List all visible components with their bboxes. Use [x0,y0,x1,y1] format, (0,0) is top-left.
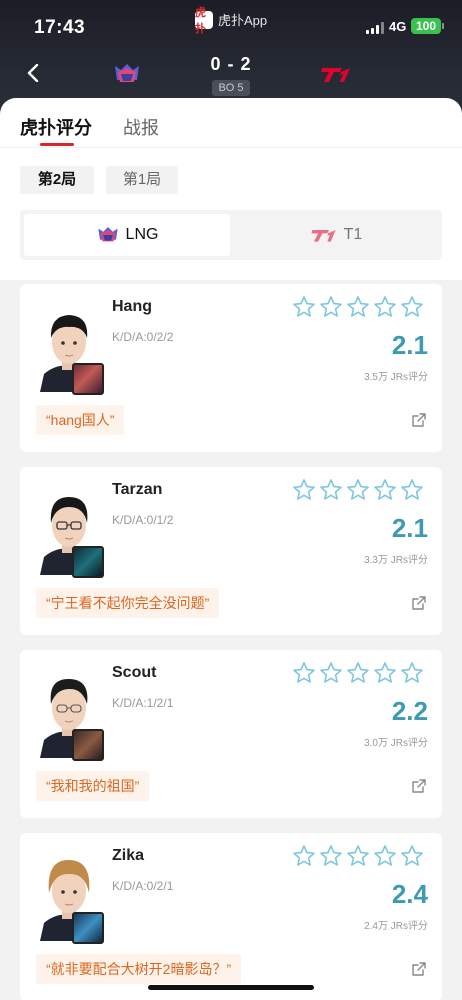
average-rating: 2.2 [391,696,428,726]
rating-count: 2.4万 JRs评分 [364,921,428,932]
star-outline-icon[interactable] [319,478,343,502]
share-icon[interactable] [412,413,426,427]
game-1-button[interactable]: 第1局 [106,166,178,194]
star-outline-icon[interactable] [319,661,343,685]
top-comment[interactable]: “hang国人” [36,405,125,435]
player-kda: K/D/A:0/2/2 [112,330,174,344]
star-outline-icon[interactable] [373,844,397,868]
sylas-icon [72,729,104,761]
signal-icon [366,22,384,34]
match-format-badge: BO 5 [212,80,250,96]
hupu-app-icon: 虎扑 [195,7,213,35]
star-outline-icon[interactable] [346,295,370,319]
share-icon[interactable] [412,779,426,793]
team-option-label: LNG [125,226,159,243]
home-indicator[interactable] [148,985,314,990]
star-outline-icon[interactable] [346,844,370,868]
status-bar: 17:43 虎扑 虎扑App 4G 100 [0,0,462,52]
star-outline-icon[interactable] [292,661,316,685]
viego-icon [72,546,104,578]
tab-bar: 虎扑评分 战报 [0,98,462,148]
star-outline-icon[interactable] [373,661,397,685]
team-option-t1[interactable]: T1 [234,214,438,256]
star-outline-icon[interactable] [400,844,424,868]
rating-count: 3.3万 JRs评分 [364,555,428,566]
game-2-button[interactable]: 第2局 [20,166,94,194]
star-outline-icon[interactable] [400,661,424,685]
star-outline-icon[interactable] [373,295,397,319]
t1-logo-icon [311,230,336,242]
star-rating-input[interactable] [292,844,424,868]
star-outline-icon[interactable] [400,478,424,502]
team-option-label: T1 [343,226,363,243]
player-card-hang[interactable]: Hang K/D/A:0/2/2 2.1 3.5万 JRs评分 “hang国人” [20,284,442,452]
star-outline-icon[interactable] [400,295,424,319]
network-type: 4G [389,19,407,34]
player-kda: K/D/A:1/2/1 [112,696,174,710]
team-switch: LNG T1 [20,210,442,260]
app-name: 虎扑App [218,13,268,28]
player-name: Zika [112,847,145,864]
star-outline-icon[interactable] [319,295,343,319]
star-outline-icon[interactable] [346,661,370,685]
rating-panel: 虎扑评分 战报 第2局 第1局 LNG T1 [0,98,462,280]
share-icon[interactable] [412,962,426,976]
star-rating-input[interactable] [292,295,424,319]
thresh-icon [72,363,104,395]
star-outline-icon[interactable] [373,478,397,502]
top-comment[interactable]: “宁王看不起你完全没问题” [36,588,220,618]
star-outline-icon[interactable] [292,295,316,319]
average-rating: 2.4 [391,879,428,909]
player-card-zika[interactable]: Zika K/D/A:0/2/1 2.4 2.4万 JRs评分 “就非要配合大树… [20,833,442,1000]
star-outline-icon[interactable] [292,478,316,502]
player-card-tarzan[interactable]: Tarzan K/D/A:0/1/2 2.1 3.3万 JRs评分 “宁王看不起… [20,467,442,635]
star-outline-icon[interactable] [292,844,316,868]
lng-logo-icon [97,227,118,242]
battery-icon: 100 [411,18,444,34]
tab-hupu-rating[interactable]: 虎扑评分 [20,114,92,140]
active-tab-indicator [40,143,74,146]
star-outline-icon[interactable] [346,478,370,502]
average-rating: 2.1 [391,513,428,543]
player-name: Scout [112,664,157,681]
player-name: Tarzan [112,481,163,498]
star-rating-input[interactable] [292,478,424,502]
gwen-icon [72,912,104,944]
t1-logo-icon[interactable] [321,62,351,86]
player-name: Hang [112,298,152,315]
top-comment[interactable]: “就非要配合大树开2暗影岛？” [36,954,242,984]
player-kda: K/D/A:0/1/2 [112,513,174,527]
average-rating: 2.1 [391,330,428,360]
player-kda: K/D/A:0/2/1 [112,879,174,893]
clock: 17:43 [34,17,86,38]
share-icon[interactable] [412,596,426,610]
team-option-lng[interactable]: LNG [24,214,230,256]
star-rating-input[interactable] [292,661,424,685]
rating-count: 3.0万 JRs评分 [364,738,428,749]
tab-match-report[interactable]: 战报 [123,114,159,140]
rating-count: 3.5万 JRs评分 [364,372,428,383]
app-indicator[interactable]: 虎扑 虎扑App [195,7,268,35]
top-comment[interactable]: “我和我的祖国” [36,771,150,801]
star-outline-icon[interactable] [319,844,343,868]
player-card-scout[interactable]: Scout K/D/A:1/2/1 2.2 3.0万 JRs评分 “我和我的祖国… [20,650,442,818]
match-score: 0 - 2 [210,54,252,74]
